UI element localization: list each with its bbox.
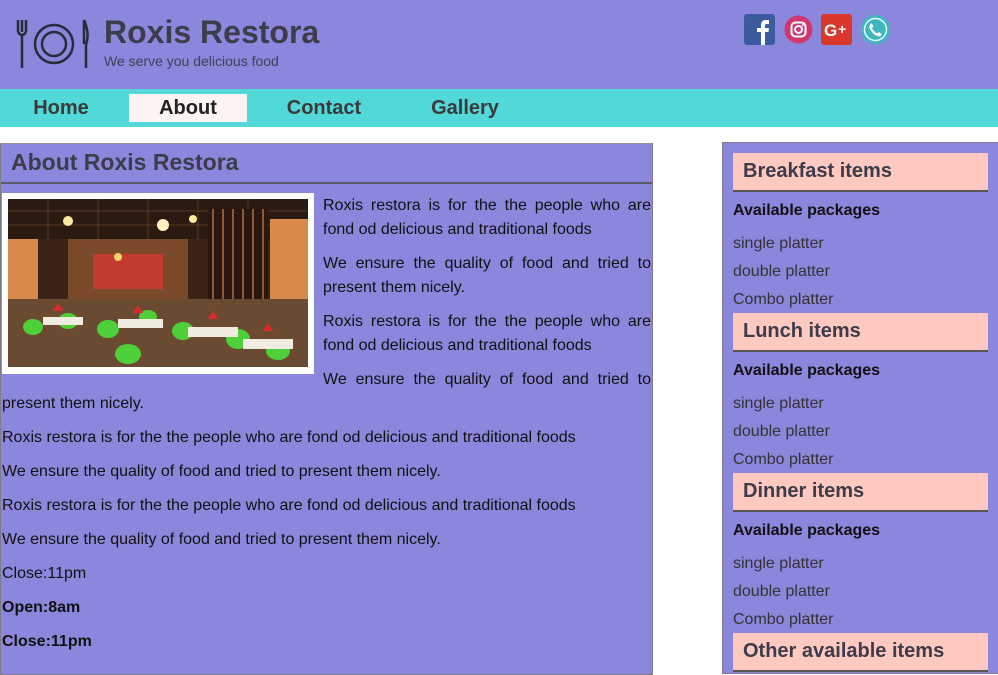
paragraph: Roxis restora is for the the people who … — [2, 497, 576, 514]
opening-time: Open:8am — [2, 599, 81, 616]
instagram-icon[interactable] — [783, 14, 814, 45]
nav-contact[interactable]: Contact — [270, 94, 378, 122]
menu-item[interactable]: double platter — [733, 423, 830, 441]
menu-item[interactable]: Combo platter — [733, 451, 834, 469]
phone-icon[interactable] — [860, 14, 891, 45]
paragraph: We ensure the quality of food and tried … — [2, 463, 441, 480]
google-plus-icon[interactable]: G + — [821, 14, 852, 45]
restaurant-interior-image — [8, 199, 308, 367]
section-header-dinner: Dinner items — [733, 473, 988, 512]
section-title: Breakfast items — [743, 160, 892, 182]
section-title: Lunch items — [743, 320, 861, 342]
svg-text:+: + — [838, 21, 846, 37]
paragraph: Roxis restora is for the the people who … — [323, 197, 651, 238]
menu-item[interactable]: Combo platter — [733, 291, 834, 309]
paragraph: We ensure the quality of food and tried … — [2, 531, 441, 548]
about-title: About Roxis Restora — [11, 149, 239, 175]
svg-text:G: G — [824, 21, 837, 40]
section-title: Other available items — [743, 640, 945, 662]
divider — [1, 182, 652, 184]
paragraph: We ensure the quality of food and tried … — [323, 371, 651, 388]
fork-plate-knife-icon — [16, 19, 89, 68]
section-header-other: Other available items — [733, 633, 988, 672]
nav-about[interactable]: About — [129, 94, 247, 122]
menu-item[interactable]: Combo platter — [733, 611, 834, 629]
section-title: Dinner items — [743, 480, 865, 502]
menu-item[interactable]: single platter — [733, 555, 824, 573]
packages-label: Available packages — [733, 202, 881, 219]
menu-item[interactable]: double platter — [733, 263, 830, 281]
menu-item[interactable]: single platter — [733, 395, 824, 413]
closing-time: Close:11pm — [2, 565, 87, 582]
closing-time-bold: Close:11pm — [2, 633, 92, 650]
site-title: Roxis Restora — [104, 14, 320, 50]
nav-gallery[interactable]: Gallery — [414, 94, 516, 122]
restaurant-photo — [2, 193, 314, 374]
packages-label: Available packages — [733, 522, 881, 539]
site-tagline: We serve you delicious food — [104, 53, 279, 69]
section-header-breakfast: Breakfast items — [733, 153, 988, 192]
menu-sidebar: Breakfast items Available packages singl… — [722, 142, 998, 674]
about-section: About Roxis Restora Roxis restora is for… — [0, 143, 653, 675]
paragraph: Roxis restora is for the the people who … — [2, 429, 576, 446]
menu-item[interactable]: double platter — [733, 583, 830, 601]
paragraph-continued: present them nicely. — [2, 395, 144, 412]
paragraph: Roxis restora is for the the people who … — [323, 313, 651, 354]
section-header-lunch: Lunch items — [733, 313, 988, 352]
nav-home[interactable]: Home — [18, 94, 104, 122]
main-nav: Home About Contact Gallery — [0, 89, 998, 127]
menu-item[interactable]: single platter — [733, 235, 824, 253]
site-header: Roxis Restora We serve you delicious foo… — [0, 0, 998, 89]
paragraph: We ensure the quality of food and tried … — [323, 255, 651, 296]
packages-label: Available packages — [733, 362, 881, 379]
facebook-icon[interactable] — [744, 14, 775, 45]
